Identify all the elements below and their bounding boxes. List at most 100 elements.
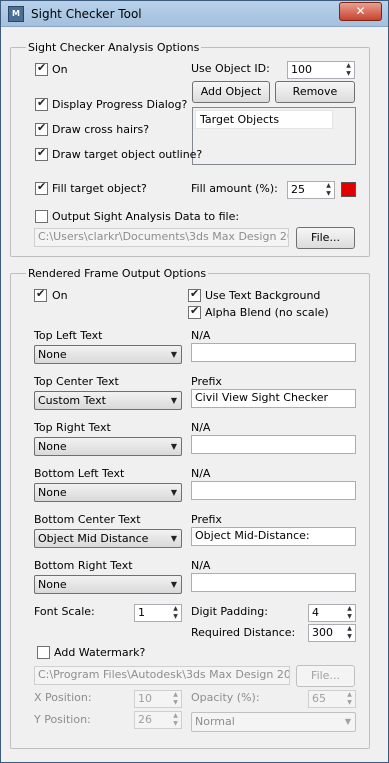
fill-amount-value: 25 bbox=[291, 183, 305, 196]
fill-amount-spinner[interactable]: 25 ▲ ▼ bbox=[287, 181, 335, 199]
spin-up-icon[interactable]: ▲ bbox=[170, 605, 181, 613]
bottom-center-dropdown[interactable]: Object Mid Distance ▼ bbox=[34, 529, 182, 548]
display-progress-checkbox[interactable] bbox=[35, 96, 48, 111]
use-text-bg-checkbox[interactable] bbox=[188, 287, 201, 302]
x-position-value: 10 bbox=[138, 692, 152, 705]
top-right-text-field[interactable] bbox=[191, 435, 356, 454]
output-to-file-checkbox[interactable] bbox=[35, 210, 48, 223]
bottom-center-dropdown-value: Object Mid Distance bbox=[38, 532, 149, 545]
window-title: Sight Checker Tool bbox=[31, 7, 142, 21]
display-progress-label: Display Progress Dialog? bbox=[52, 98, 188, 111]
required-distance-value: 300 bbox=[312, 626, 333, 639]
spin-down-icon[interactable]: ▼ bbox=[170, 613, 181, 621]
fill-target-label: Fill target object? bbox=[52, 182, 147, 195]
rendered-output-title: Rendered Frame Output Options bbox=[26, 267, 209, 280]
top-center-text-label: Top Center Text bbox=[34, 375, 119, 388]
watermark-path-field[interactable]: C:\Program Files\Autodesk\3ds Max Design… bbox=[34, 666, 290, 685]
bottom-center-field-label: Prefix bbox=[191, 513, 222, 526]
blend-mode-value: Normal bbox=[195, 715, 235, 728]
top-right-dropdown-value: None bbox=[38, 440, 67, 453]
required-distance-label: Required Distance: bbox=[191, 626, 296, 639]
spin-up-icon[interactable]: ▲ bbox=[343, 62, 354, 70]
add-watermark-checkbox[interactable] bbox=[37, 646, 50, 659]
bottom-center-text-label: Bottom Center Text bbox=[34, 513, 141, 526]
spin-up-icon[interactable]: ▲ bbox=[170, 712, 181, 720]
bottom-left-dropdown-value: None bbox=[38, 486, 67, 499]
rendered-on-checkbox[interactable] bbox=[34, 287, 47, 302]
top-left-field-label: N/A bbox=[191, 329, 211, 342]
top-center-text-field[interactable]: Civil View Sight Checker bbox=[191, 389, 356, 408]
opacity-value: 65 bbox=[312, 692, 326, 705]
use-text-bg-label: Use Text Background bbox=[205, 289, 321, 302]
top-center-field-label: Prefix bbox=[191, 375, 222, 388]
spin-down-icon[interactable]: ▼ bbox=[323, 190, 334, 198]
fill-color-swatch[interactable] bbox=[341, 182, 356, 197]
app-icon[interactable]: M bbox=[8, 6, 24, 22]
font-scale-spinner[interactable]: 1 ▲ ▼ bbox=[134, 604, 182, 622]
spin-down-icon[interactable]: ▼ bbox=[170, 720, 181, 728]
add-watermark-label: Add Watermark? bbox=[54, 646, 146, 659]
bottom-right-text-label: Bottom Right Text bbox=[34, 559, 133, 572]
use-object-id-label: Use Object ID: bbox=[191, 62, 270, 75]
bottom-left-text-label: Bottom Left Text bbox=[34, 467, 125, 480]
title-bar[interactable]: M Sight Checker Tool ✕ bbox=[1, 1, 388, 27]
fill-target-checkbox[interactable] bbox=[35, 180, 48, 195]
spin-down-icon[interactable]: ▼ bbox=[344, 633, 355, 641]
opacity-label: Opacity (%): bbox=[191, 691, 260, 704]
spin-up-icon[interactable]: ▲ bbox=[344, 605, 355, 613]
spin-up-icon[interactable]: ▲ bbox=[344, 625, 355, 633]
top-left-dropdown-value: None bbox=[38, 348, 67, 361]
bottom-center-text-field[interactable]: Object Mid-Distance: bbox=[191, 527, 356, 546]
chevron-down-icon: ▼ bbox=[344, 717, 351, 726]
x-position-spinner[interactable]: 10 ▲ ▼ bbox=[134, 690, 182, 708]
opacity-spinner[interactable]: 65 ▲ ▼ bbox=[308, 690, 356, 708]
top-center-dropdown-value: Custom Text bbox=[38, 394, 106, 407]
bottom-right-text-field[interactable] bbox=[191, 573, 356, 592]
y-position-value: 26 bbox=[138, 713, 152, 726]
x-position-label: X Position: bbox=[34, 691, 92, 704]
analysis-on-checkbox[interactable] bbox=[35, 61, 48, 76]
target-objects-list[interactable]: Target Objects bbox=[192, 107, 356, 165]
bottom-left-dropdown[interactable]: None ▼ bbox=[34, 483, 182, 502]
top-center-dropdown[interactable]: Custom Text ▼ bbox=[34, 391, 182, 410]
watermark-file-button[interactable]: File... bbox=[296, 665, 355, 687]
draw-outline-checkbox[interactable] bbox=[35, 146, 48, 161]
spin-down-icon[interactable]: ▼ bbox=[170, 699, 181, 707]
object-id-spinner[interactable]: 100 ▲ ▼ bbox=[287, 61, 355, 79]
remove-object-button[interactable]: Remove Object bbox=[275, 81, 355, 118]
spin-up-icon[interactable]: ▲ bbox=[323, 182, 334, 190]
top-left-text-field[interactable] bbox=[191, 343, 356, 362]
object-id-value: 100 bbox=[291, 63, 312, 76]
spin-up-icon[interactable]: ▲ bbox=[170, 691, 181, 699]
spin-down-icon[interactable]: ▼ bbox=[344, 699, 355, 707]
digit-padding-value: 4 bbox=[312, 606, 319, 619]
chevron-down-icon: ▼ bbox=[170, 534, 177, 543]
draw-crosshairs-label: Draw cross hairs? bbox=[52, 123, 150, 136]
top-left-dropdown[interactable]: None ▼ bbox=[34, 345, 182, 364]
chevron-down-icon: ▼ bbox=[170, 580, 177, 589]
font-scale-label: Font Scale: bbox=[34, 605, 95, 618]
bottom-left-text-field[interactable] bbox=[191, 481, 356, 500]
bottom-right-field-label: N/A bbox=[191, 559, 211, 572]
add-object-button[interactable]: Add Object bbox=[192, 81, 270, 103]
chevron-down-icon: ▼ bbox=[170, 396, 177, 405]
blend-mode-dropdown[interactable]: Normal ▼ bbox=[191, 712, 356, 732]
output-path-field[interactable]: C:\Users\clarkr\Documents\3ds Max Design… bbox=[34, 228, 289, 247]
target-objects-header[interactable]: Target Objects bbox=[195, 110, 333, 129]
required-distance-spinner[interactable]: 300 ▲ ▼ bbox=[308, 624, 356, 642]
spin-up-icon[interactable]: ▲ bbox=[344, 691, 355, 699]
output-to-file-label: Output Sight Analysis Data to file: bbox=[52, 210, 240, 223]
bottom-right-dropdown[interactable]: None ▼ bbox=[34, 575, 182, 594]
top-right-dropdown[interactable]: None ▼ bbox=[34, 437, 182, 456]
y-position-spinner[interactable]: 26 ▲ ▼ bbox=[134, 711, 182, 729]
alpha-blend-checkbox[interactable] bbox=[188, 304, 201, 319]
output-file-button[interactable]: File... bbox=[296, 227, 355, 249]
draw-crosshairs-checkbox[interactable] bbox=[35, 121, 48, 136]
digit-padding-spinner[interactable]: 4 ▲ ▼ bbox=[308, 604, 356, 622]
spin-down-icon[interactable]: ▼ bbox=[343, 70, 354, 78]
alpha-blend-label: Alpha Blend (no scale) bbox=[205, 306, 329, 319]
spin-down-icon[interactable]: ▼ bbox=[344, 613, 355, 621]
close-button[interactable]: ✕ bbox=[339, 2, 382, 21]
fill-amount-label: Fill amount (%): bbox=[191, 182, 278, 195]
chevron-down-icon: ▼ bbox=[170, 488, 177, 497]
